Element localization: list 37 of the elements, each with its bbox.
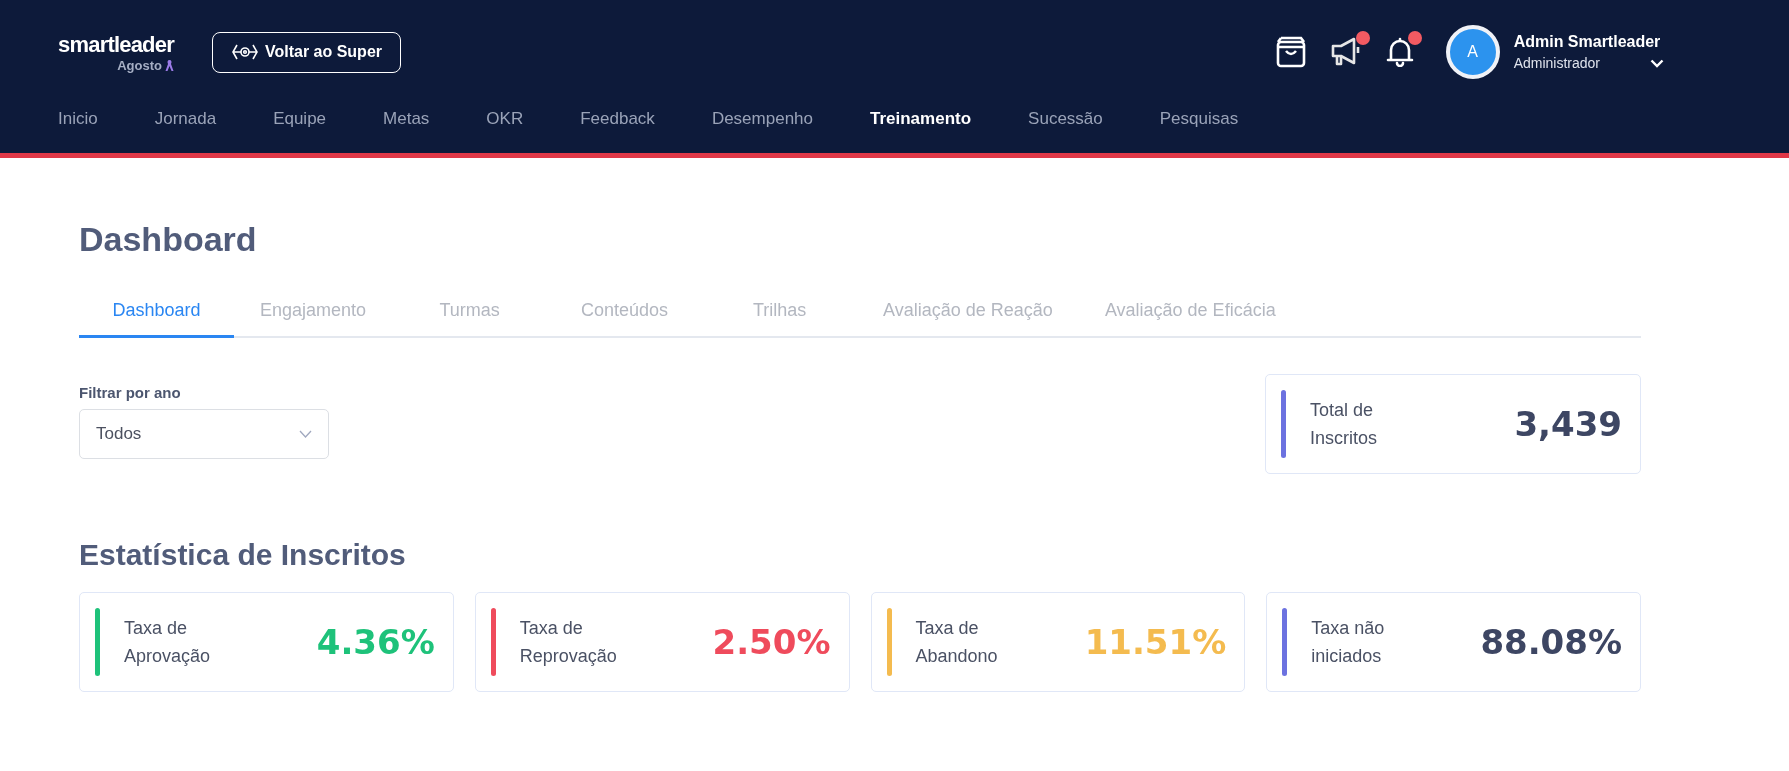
user-role: Administrador: [1513, 55, 1600, 71]
nav-link[interactable]: Desempenho: [711, 109, 813, 129]
tab[interactable]: Dashboard: [79, 286, 234, 338]
logo-subtitle: Agosto: [117, 57, 162, 73]
card-label: Taxa de Aprovação: [124, 617, 212, 668]
card-value: 2.50%: [712, 622, 831, 662]
chevron-down-icon: [299, 430, 312, 438]
year-select[interactable]: Todos: [79, 409, 329, 459]
card-value: 3,439: [1514, 404, 1622, 444]
nav-link[interactable]: Treinamento: [870, 109, 972, 129]
logo-text: smartleader: [58, 31, 174, 58]
nav-link[interactable]: OKR: [486, 109, 524, 129]
card-label: Taxa não iniciados: [1311, 617, 1386, 668]
filter-label: Filtrar por ano: [79, 384, 182, 401]
nav-link[interactable]: Equipe: [273, 109, 327, 129]
nav-link[interactable]: Feedback: [580, 109, 655, 129]
card-value: 4.36%: [316, 622, 435, 662]
chevron-down-icon[interactable]: [1650, 58, 1664, 68]
bell-icon[interactable]: [1385, 37, 1414, 67]
card-value: 88.08%: [1480, 622, 1622, 662]
nav-link[interactable]: Metas: [383, 109, 430, 129]
page-title: Dashboard: [79, 220, 258, 260]
nav-link[interactable]: Jornada: [154, 109, 217, 129]
user-name: Admin Smartleader: [1513, 33, 1662, 51]
megaphone-icon[interactable]: [1329, 37, 1362, 67]
card-label: Total de Inscritos: [1310, 399, 1379, 450]
nav-link[interactable]: Inicio: [58, 109, 98, 129]
shopping-bag-icon[interactable]: [1275, 36, 1306, 68]
back-button[interactable]: Voltar ao Super: [211, 31, 401, 73]
nav-link[interactable]: Sucessão: [1028, 109, 1103, 129]
ribbon-icon: [164, 58, 174, 72]
nav-link[interactable]: Pesquisas: [1159, 109, 1239, 129]
section-title: Estatística de Inscritos: [79, 538, 407, 572]
spaceship-icon: [230, 43, 259, 61]
card-label: Taxa de Abandono: [915, 617, 999, 668]
card-label: Taxa de Reprovação: [519, 617, 618, 668]
card-value: 11.51%: [1084, 622, 1227, 662]
